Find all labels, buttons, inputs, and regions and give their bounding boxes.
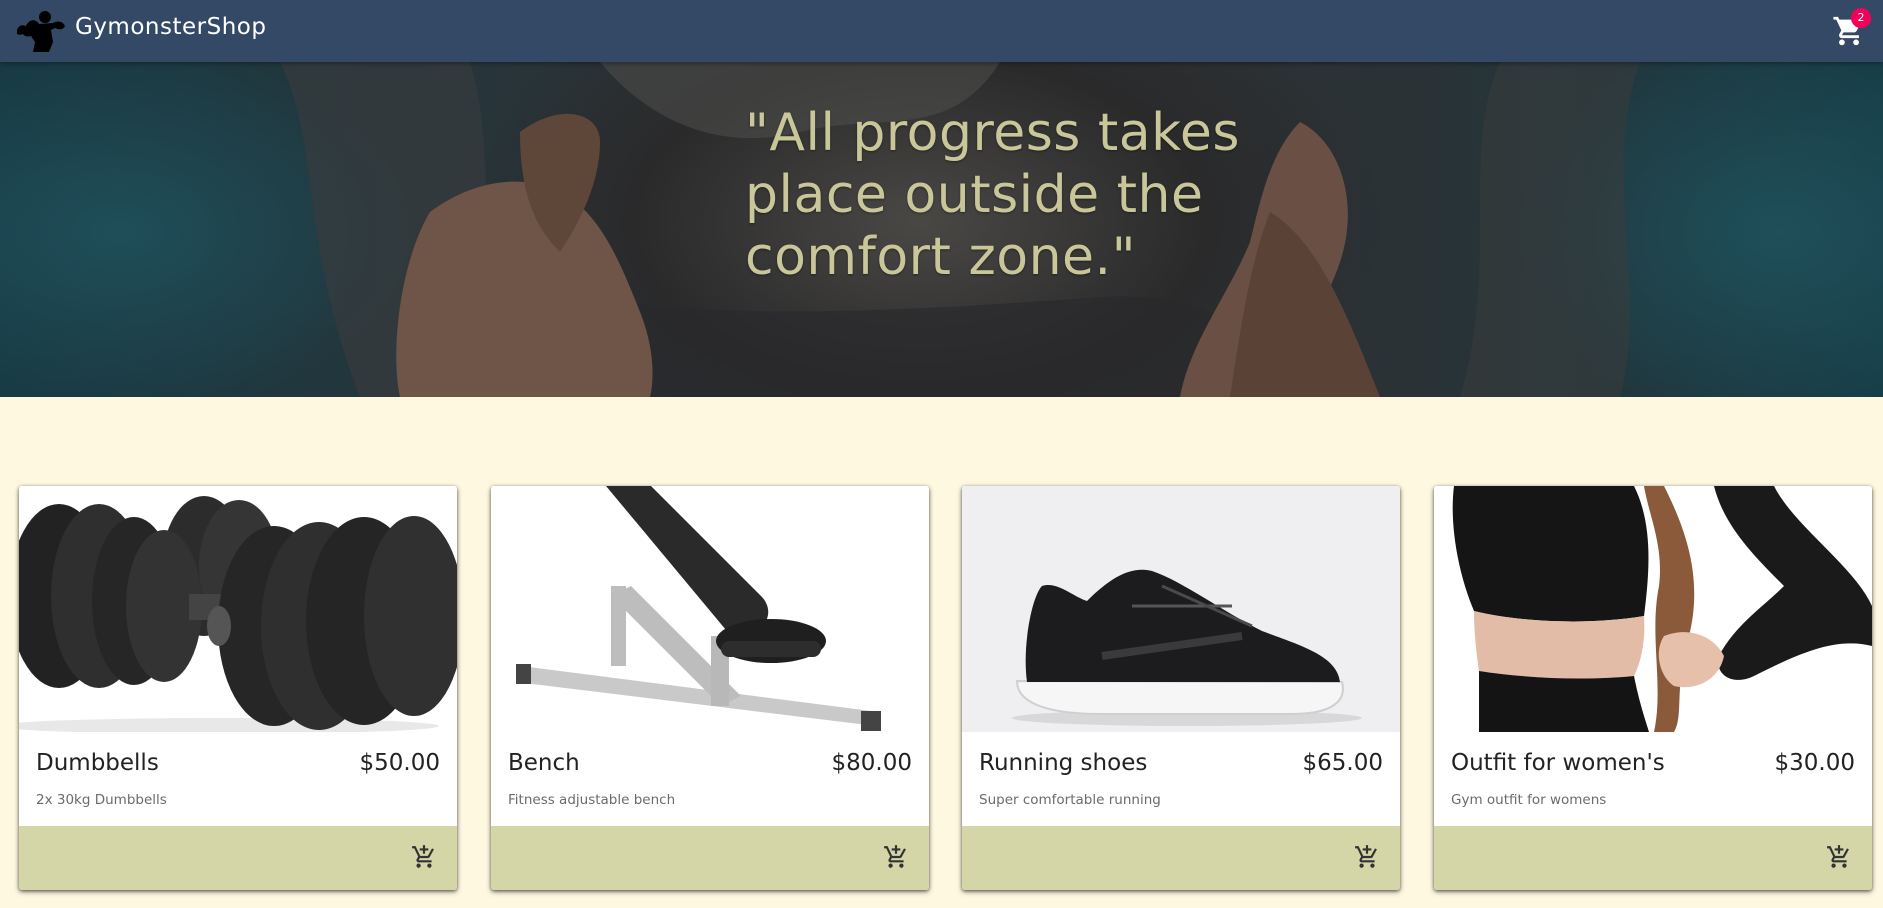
- product-card: Dumbbells $50.00 2x 30kg Dumbbells: [19, 486, 457, 890]
- product-description: 2x 30kg Dumbbells: [36, 792, 167, 808]
- product-price: $30.00: [1774, 750, 1855, 776]
- product-name: Running shoes: [979, 750, 1148, 776]
- app-bar: GymonsterShop 2: [0, 0, 1883, 62]
- running-shoes-image: [962, 486, 1400, 732]
- product-price: $50.00: [359, 750, 440, 776]
- product-name: Dumbbells: [36, 750, 159, 776]
- brand-name[interactable]: GymonsterShop: [75, 14, 266, 40]
- bench-image: [491, 486, 929, 732]
- product-description: Gym outfit for womens: [1451, 792, 1607, 808]
- product-description: Super comfortable running: [979, 792, 1161, 808]
- hero-quote: "All progress takes place outside the co…: [745, 103, 1241, 287]
- product-card: Outfit for women's $30.00 Gym outfit for…: [1434, 486, 1872, 890]
- bodybuilder-logo-icon[interactable]: [15, 8, 67, 52]
- product-image[interactable]: [962, 486, 1400, 732]
- product-price: $65.00: [1302, 750, 1383, 776]
- add-shopping-cart-icon[interactable]: [1826, 844, 1852, 870]
- product-description: Fitness adjustable bench: [508, 792, 676, 808]
- add-shopping-cart-icon[interactable]: [1354, 844, 1380, 870]
- card-actions: [491, 826, 929, 890]
- card-actions: [19, 826, 457, 890]
- add-shopping-cart-icon[interactable]: [883, 844, 909, 870]
- dumbbells-image: [19, 486, 457, 732]
- product-image[interactable]: [491, 486, 929, 732]
- product-name: Outfit for women's: [1451, 750, 1665, 776]
- card-actions: [1434, 826, 1872, 890]
- outfit-image: [1434, 486, 1872, 732]
- product-card: Running shoes $65.00 Super comfortable r…: [962, 486, 1400, 890]
- hero-banner: "All progress takes place outside the co…: [0, 62, 1883, 397]
- add-shopping-cart-icon[interactable]: [411, 844, 437, 870]
- card-actions: [962, 826, 1400, 890]
- cart-count-badge: 2: [1851, 8, 1871, 28]
- product-image[interactable]: [19, 486, 457, 732]
- product-name: Bench: [508, 750, 580, 776]
- product-card: Bench $80.00 Fitness adjustable bench: [491, 486, 929, 890]
- product-price: $80.00: [831, 750, 912, 776]
- product-image[interactable]: [1434, 486, 1872, 732]
